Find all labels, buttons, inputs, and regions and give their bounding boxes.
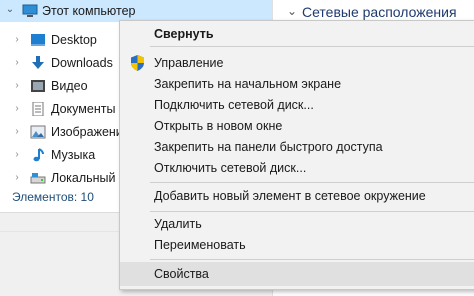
context-menu: Свернуть Управление Закрепить на начальн… bbox=[119, 20, 474, 290]
menu-item-label: Свойства bbox=[154, 267, 209, 281]
chevron-right-icon[interactable]: › bbox=[12, 126, 22, 137]
menu-item-label: Управление bbox=[154, 55, 224, 70]
chevron-down-icon[interactable]: ⌄ bbox=[287, 4, 297, 18]
menu-item-label: Открыть в новом окне bbox=[154, 118, 283, 133]
menu-item-label: Свернуть bbox=[154, 26, 214, 41]
menu-item-add-network-location[interactable]: Добавить новый элемент в сетевое окружен… bbox=[120, 185, 474, 206]
nav-item-label: Локальный д bbox=[51, 170, 127, 185]
nav-item-label: Музыка bbox=[51, 147, 96, 162]
local-disk-icon bbox=[30, 172, 46, 183]
computer-icon bbox=[22, 4, 38, 17]
music-icon bbox=[33, 147, 44, 161]
menu-item-label: Закрепить на начальном экране bbox=[154, 76, 342, 91]
menu-item-label: Переименовать bbox=[154, 237, 246, 252]
menu-item-open-new-window[interactable]: Открыть в новом окне bbox=[120, 115, 474, 136]
menu-separator bbox=[150, 182, 474, 183]
nav-item-label: Изображени bbox=[51, 124, 123, 139]
menu-item-rename[interactable]: Переименовать bbox=[120, 234, 474, 255]
chevron-right-icon[interactable]: › bbox=[12, 57, 22, 68]
menu-item-collapse[interactable]: Свернуть bbox=[120, 23, 474, 44]
chevron-down-icon[interactable]: ⌄ bbox=[5, 4, 15, 15]
pictures-icon bbox=[30, 125, 46, 138]
menu-item-properties[interactable]: Свойства bbox=[120, 262, 474, 286]
menu-item-label: Подключить сетевой диск... bbox=[154, 97, 314, 112]
group-header-network-locations[interactable]: Сетевые расположения bbox=[302, 4, 457, 20]
chevron-right-icon[interactable]: › bbox=[12, 149, 22, 160]
menu-item-manage[interactable]: Управление bbox=[120, 52, 474, 73]
documents-icon bbox=[32, 101, 44, 116]
nav-item-label: Видео bbox=[51, 78, 88, 93]
menu-separator bbox=[150, 211, 474, 212]
desktop-icon bbox=[31, 33, 45, 46]
nav-item-label: Документы bbox=[51, 101, 116, 116]
video-icon bbox=[31, 79, 45, 92]
chevron-right-icon[interactable]: › bbox=[12, 34, 22, 45]
menu-item-map-network-drive[interactable]: Подключить сетевой диск... bbox=[120, 94, 474, 115]
admin-shield-icon bbox=[131, 55, 144, 71]
chevron-right-icon[interactable]: › bbox=[12, 80, 22, 91]
menu-item-delete[interactable]: Удалить bbox=[120, 213, 474, 234]
nav-item-this-pc[interactable]: ⌄ Этот компьютер bbox=[0, 0, 272, 22]
menu-separator bbox=[150, 46, 474, 47]
menu-item-label: Добавить новый элемент в сетевое окружен… bbox=[154, 188, 426, 203]
menu-separator bbox=[150, 259, 474, 260]
chevron-right-icon[interactable]: › bbox=[12, 103, 22, 114]
menu-item-pin-start[interactable]: Закрепить на начальном экране bbox=[120, 73, 474, 94]
nav-item-label: Desktop bbox=[51, 32, 97, 47]
nav-root-label: Этот компьютер bbox=[42, 4, 136, 18]
downloads-icon bbox=[32, 55, 44, 69]
menu-item-pin-quick-access[interactable]: Закрепить на панели быстрого доступа bbox=[120, 136, 474, 157]
menu-item-label: Удалить bbox=[154, 216, 202, 231]
menu-item-label: Отключить сетевой диск... bbox=[154, 160, 307, 175]
nav-item-label: Downloads bbox=[51, 55, 113, 70]
menu-item-disconnect-network-drive[interactable]: Отключить сетевой диск... bbox=[120, 157, 474, 178]
menu-item-label: Закрепить на панели быстрого доступа bbox=[154, 139, 383, 154]
chevron-right-icon[interactable]: › bbox=[12, 172, 22, 183]
